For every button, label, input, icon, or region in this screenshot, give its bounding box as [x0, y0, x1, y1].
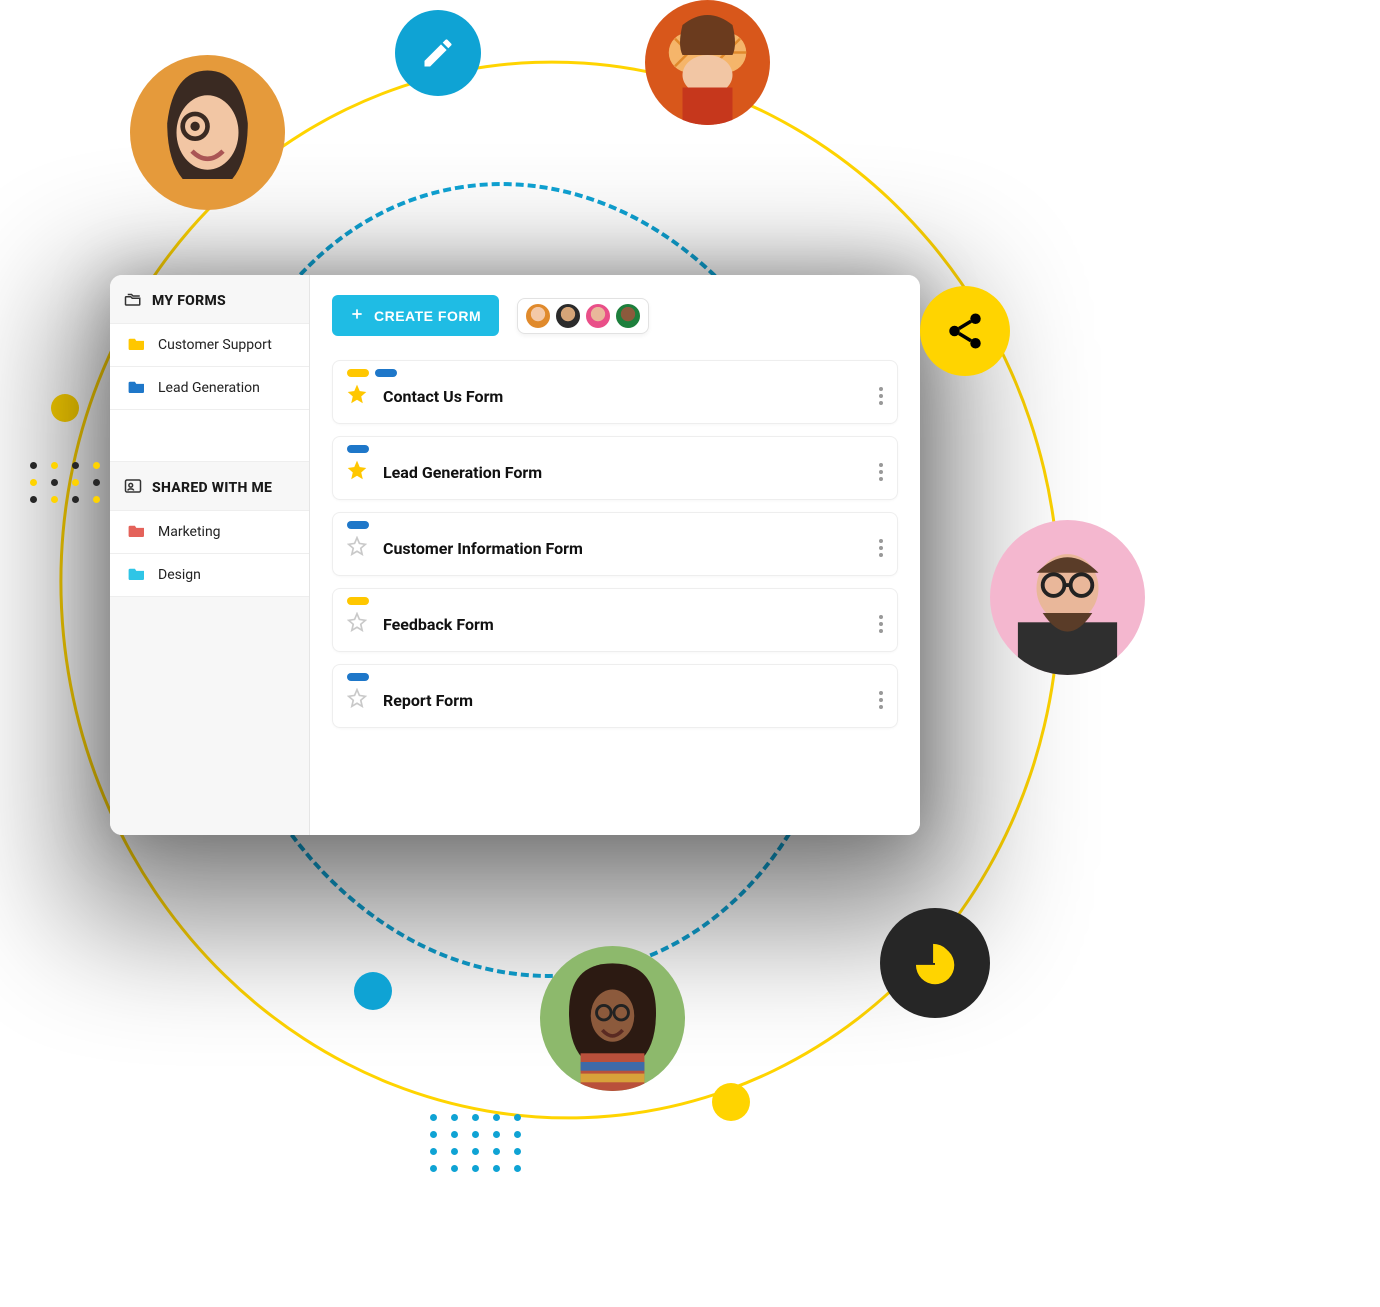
form-row[interactable]: Lead Generation Form: [332, 436, 898, 500]
topbar: CREATE FORM: [332, 295, 898, 336]
decorative-dot: [712, 1083, 750, 1121]
sidebar-section-my-forms: MY FORMS: [110, 275, 309, 323]
sidebar-item-design[interactable]: Design: [110, 553, 309, 597]
sidebar-item-customer-support[interactable]: Customer Support: [110, 323, 309, 366]
form-row[interactable]: Feedback Form: [332, 588, 898, 652]
more-options-icon[interactable]: [875, 459, 883, 485]
decorative-dot: [354, 972, 392, 1010]
more-options-icon[interactable]: [875, 611, 883, 637]
sidebar-item-label: Lead Generation: [158, 380, 260, 396]
chart-icon: [880, 908, 990, 1018]
decorative-avatar: [990, 520, 1145, 675]
tag-pill: [347, 597, 369, 605]
form-tags: [347, 445, 883, 453]
form-row[interactable]: Contact Us Form: [332, 360, 898, 424]
avatar: [584, 302, 612, 330]
share-icon: [920, 286, 1010, 376]
tag-pill: [347, 369, 369, 377]
star-icon[interactable]: [347, 688, 367, 712]
sidebar-section-shared: SHARED WITH ME: [110, 461, 309, 510]
sidebar-spacer: [110, 409, 309, 461]
tag-pill: [375, 369, 397, 377]
tag-pill: [347, 673, 369, 681]
sidebar-item-lead-generation[interactable]: Lead Generation: [110, 366, 309, 409]
star-icon[interactable]: [347, 384, 367, 408]
form-tags: [347, 597, 883, 605]
form-row[interactable]: Customer Information Form: [332, 512, 898, 576]
sidebar-item-marketing[interactable]: Marketing: [110, 510, 309, 553]
form-list: Contact Us Form Lead Generation Form Cus…: [332, 360, 898, 728]
decorative-avatar: [540, 946, 685, 1091]
form-title: Report Form: [383, 691, 859, 710]
tag-pill: [347, 445, 369, 453]
folder-icon: [128, 379, 146, 397]
shared-icon: [124, 478, 142, 498]
form-tags: [347, 673, 883, 681]
avatar: [554, 302, 582, 330]
folder-icon: [128, 523, 146, 541]
star-icon[interactable]: [347, 536, 367, 560]
form-row[interactable]: Report Form: [332, 664, 898, 728]
more-options-icon[interactable]: [875, 687, 883, 713]
avatar: [614, 302, 642, 330]
avatar: [524, 302, 552, 330]
create-form-button[interactable]: CREATE FORM: [332, 295, 499, 336]
form-tags: [347, 521, 883, 529]
folders-icon: [124, 291, 142, 311]
main-panel: CREATE FORM Contact Us Form Lea: [310, 275, 920, 835]
form-title: Customer Information Form: [383, 539, 859, 558]
folder-icon: [128, 566, 146, 584]
sidebar-item-label: Marketing: [158, 524, 221, 540]
tag-pill: [347, 521, 369, 529]
form-title: Contact Us Form: [383, 387, 859, 406]
sidebar-item-label: Design: [158, 567, 201, 583]
sidebar-item-label: Customer Support: [158, 337, 272, 353]
form-title: Feedback Form: [383, 615, 859, 634]
decorative-avatar: [130, 55, 285, 210]
decorative-avatar: [645, 0, 770, 125]
more-options-icon[interactable]: [875, 535, 883, 561]
folder-icon: [128, 336, 146, 354]
sidebar-section-title: SHARED WITH ME: [152, 480, 272, 496]
collaborator-avatar-group[interactable]: [517, 298, 649, 334]
sidebar: MY FORMS Customer Support Lead Generatio…: [110, 275, 310, 835]
pencil-icon: [395, 10, 481, 96]
create-form-label: CREATE FORM: [374, 308, 481, 324]
decorative-dot-grid: [430, 1114, 521, 1172]
star-icon[interactable]: [347, 612, 367, 636]
plus-icon: [350, 307, 364, 324]
form-tags: [347, 369, 883, 377]
form-title: Lead Generation Form: [383, 463, 859, 482]
sidebar-section-title: MY FORMS: [152, 293, 226, 309]
decorative-dot: [51, 394, 79, 422]
star-icon[interactable]: [347, 460, 367, 484]
decorative-dot-grid: [30, 462, 100, 503]
app-window: MY FORMS Customer Support Lead Generatio…: [110, 275, 920, 835]
more-options-icon[interactable]: [875, 383, 883, 409]
